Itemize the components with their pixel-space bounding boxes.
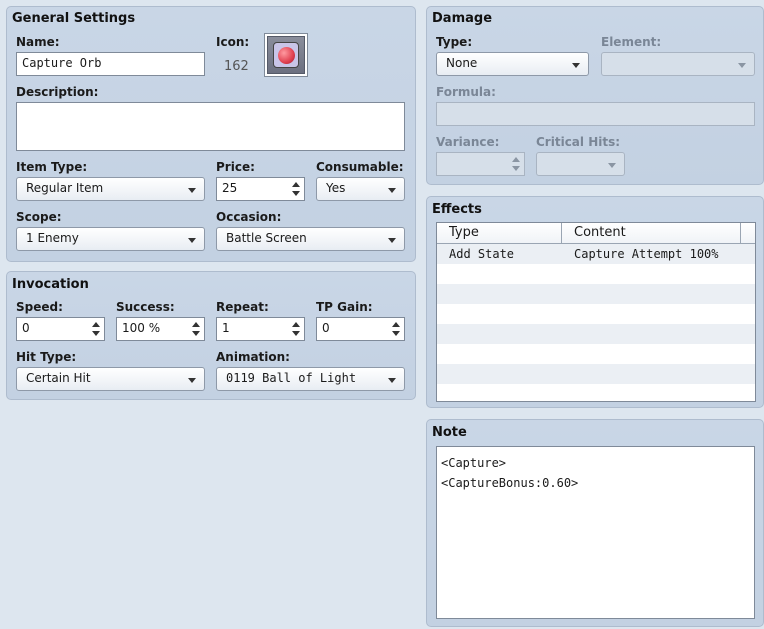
success-value: 100 % bbox=[122, 321, 161, 335]
consumable-dropdown[interactable]: Yes bbox=[316, 177, 405, 201]
price-value: 25 bbox=[222, 181, 238, 195]
scope-dropdown[interactable]: 1 Enemy bbox=[16, 227, 205, 251]
spinner-arrows-icon[interactable] bbox=[192, 320, 201, 338]
column-header-type[interactable]: Type bbox=[437, 223, 562, 243]
icon-picker[interactable] bbox=[264, 33, 308, 77]
speed-label: Speed: bbox=[16, 300, 63, 314]
damage-type-label: Type: bbox=[436, 35, 473, 49]
effect-content-cell: Capture Attempt 100% bbox=[574, 247, 719, 261]
chevron-down-icon bbox=[388, 238, 396, 243]
repeat-label: Repeat: bbox=[216, 300, 269, 314]
repeat-value: 1 bbox=[222, 321, 230, 335]
speed-spinner[interactable]: 0 bbox=[16, 317, 105, 341]
tp-gain-spinner[interactable]: 0 bbox=[316, 317, 405, 341]
chevron-down-icon bbox=[188, 238, 196, 243]
effects-table-header: Type Content bbox=[437, 223, 755, 244]
spinner-arrows-icon[interactable] bbox=[92, 320, 101, 338]
consumable-label: Consumable: bbox=[316, 160, 404, 174]
animation-dropdown[interactable]: 0119 Ball of Light bbox=[216, 367, 405, 391]
formula-label: Formula: bbox=[436, 85, 496, 99]
repeat-spinner[interactable]: 1 bbox=[216, 317, 305, 341]
spinner-arrows-icon[interactable] bbox=[292, 180, 301, 198]
consumable-value: Yes bbox=[326, 181, 346, 195]
table-row[interactable]: Add State Capture Attempt 100% bbox=[437, 244, 755, 264]
speed-value: 0 bbox=[22, 321, 30, 335]
element-dropdown[interactable] bbox=[601, 52, 755, 76]
critical-hits-dropdown[interactable] bbox=[536, 152, 625, 176]
chevron-down-icon bbox=[188, 378, 196, 383]
item-type-value: Regular Item bbox=[26, 181, 104, 195]
icon-label: Icon: bbox=[216, 35, 250, 49]
note-title: Note bbox=[432, 425, 467, 440]
effects-table[interactable]: Type Content Add State Capture Attempt 1… bbox=[436, 222, 756, 402]
effect-type-cell: Add State bbox=[449, 247, 515, 261]
general-settings-title: General Settings bbox=[12, 11, 136, 26]
note-line: <Capture> bbox=[441, 456, 507, 470]
success-spinner[interactable]: 100 % bbox=[116, 317, 205, 341]
critical-hits-label: Critical Hits: bbox=[536, 135, 621, 149]
spinner-arrows-icon[interactable] bbox=[392, 320, 401, 338]
red-orb-icon bbox=[267, 36, 305, 74]
effects-title: Effects bbox=[432, 202, 482, 217]
scope-label: Scope: bbox=[16, 210, 62, 224]
note-line: <CaptureBonus:0.60> bbox=[441, 476, 579, 490]
spinner-arrows-icon[interactable] bbox=[512, 155, 521, 173]
occasion-label: Occasion: bbox=[216, 210, 282, 224]
hit-type-dropdown[interactable]: Certain Hit bbox=[16, 367, 205, 391]
table-row[interactable] bbox=[437, 304, 755, 324]
price-label: Price: bbox=[216, 160, 255, 174]
table-row[interactable] bbox=[437, 364, 755, 384]
price-spinner[interactable]: 25 bbox=[216, 177, 305, 201]
chevron-down-icon bbox=[738, 63, 746, 68]
chevron-down-icon bbox=[572, 63, 580, 68]
damage-type-value: None bbox=[446, 56, 478, 70]
icon-index: 162 bbox=[224, 59, 249, 74]
formula-field[interactable] bbox=[436, 102, 755, 126]
tp-gain-label: TP Gain: bbox=[316, 300, 373, 314]
table-row[interactable] bbox=[437, 264, 755, 284]
spinner-arrows-icon[interactable] bbox=[292, 320, 301, 338]
tp-gain-value: 0 bbox=[322, 321, 330, 335]
chevron-down-icon bbox=[608, 163, 616, 168]
description-label: Description: bbox=[16, 85, 99, 99]
success-label: Success: bbox=[116, 300, 175, 314]
table-row[interactable] bbox=[437, 284, 755, 304]
effects-table-body: Add State Capture Attempt 100% bbox=[437, 244, 755, 401]
item-type-dropdown[interactable]: Regular Item bbox=[16, 177, 205, 201]
variance-label: Variance: bbox=[436, 135, 500, 149]
damage-type-dropdown[interactable]: None bbox=[436, 52, 589, 76]
element-label: Element: bbox=[601, 35, 662, 49]
chevron-down-icon bbox=[388, 378, 396, 383]
description-field[interactable] bbox=[16, 102, 405, 151]
chevron-down-icon bbox=[388, 188, 396, 193]
table-row[interactable] bbox=[437, 384, 755, 401]
animation-label: Animation: bbox=[216, 350, 290, 364]
chevron-down-icon bbox=[188, 188, 196, 193]
invocation-title: Invocation bbox=[12, 277, 89, 292]
occasion-dropdown[interactable]: Battle Screen bbox=[216, 227, 405, 251]
column-header-content[interactable]: Content bbox=[562, 223, 741, 243]
table-row[interactable] bbox=[437, 324, 755, 344]
scope-value: 1 Enemy bbox=[26, 231, 79, 245]
damage-title: Damage bbox=[432, 11, 493, 26]
occasion-value: Battle Screen bbox=[226, 231, 307, 245]
variance-spinner[interactable] bbox=[436, 152, 525, 176]
hit-type-label: Hit Type: bbox=[16, 350, 77, 364]
item-type-label: Item Type: bbox=[16, 160, 88, 174]
name-label: Name: bbox=[16, 35, 60, 49]
note-textarea[interactable]: <Capture> <CaptureBonus:0.60> bbox=[436, 446, 755, 619]
hit-type-value: Certain Hit bbox=[26, 371, 91, 385]
table-row[interactable] bbox=[437, 344, 755, 364]
name-field[interactable]: Capture Orb bbox=[16, 52, 205, 76]
animation-value: 0119 Ball of Light bbox=[226, 371, 357, 385]
